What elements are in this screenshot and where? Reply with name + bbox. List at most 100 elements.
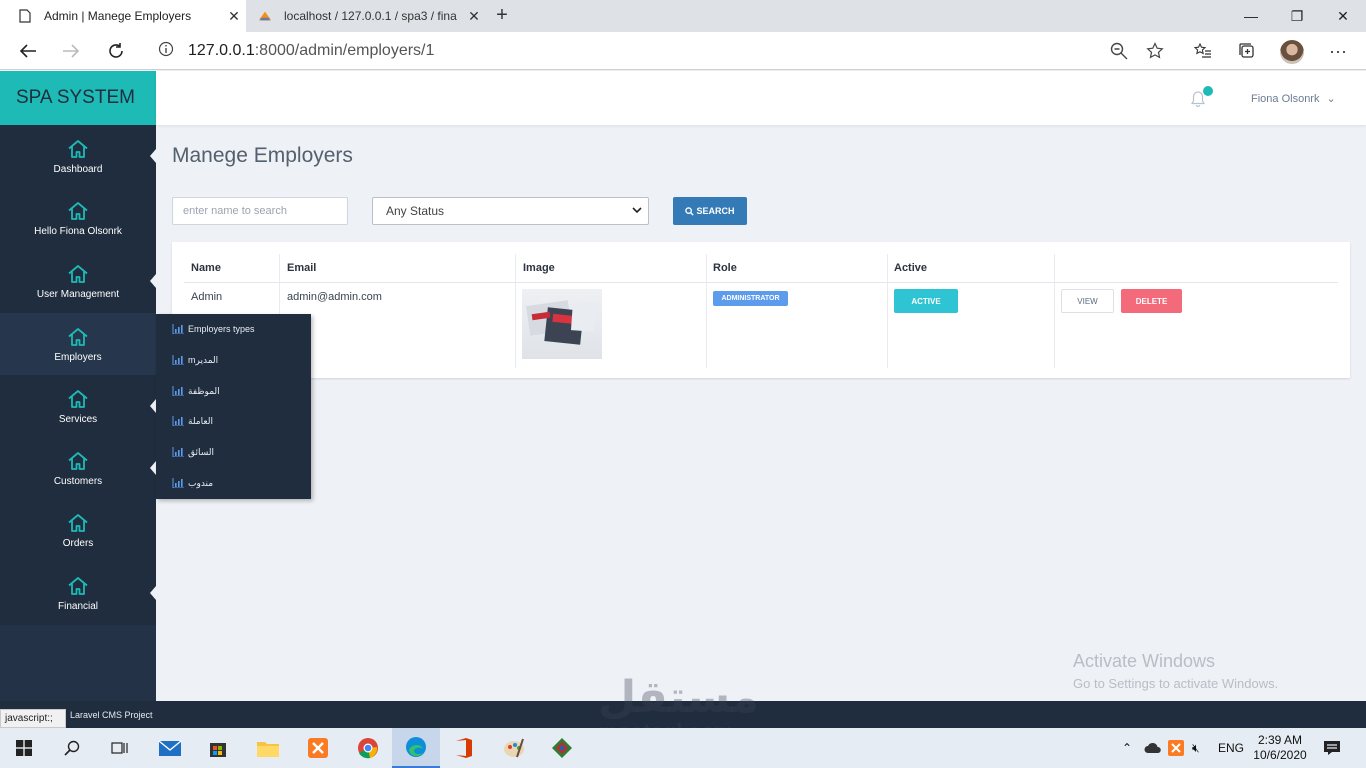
sidebar-item-employers[interactable]: Employers xyxy=(0,313,156,375)
close-window-icon[interactable]: ✕ xyxy=(1320,0,1366,32)
submenu-item-label: mالمدير xyxy=(188,354,219,365)
view-button[interactable]: VIEW xyxy=(1061,289,1114,313)
search-input[interactable]: enter name to search xyxy=(172,197,348,225)
xampp-tray-icon[interactable] xyxy=(1168,728,1184,768)
status-select[interactable]: Any Status xyxy=(372,197,649,225)
url-path: :8000/admin/employers/1 xyxy=(254,42,435,59)
tab-phpmyadmin[interactable]: localhost / 127.0.0.1 / spa3 / fina ✕ xyxy=(250,0,486,32)
submenu-item-employee[interactable]: الموظفة xyxy=(172,384,220,398)
delete-button[interactable]: DELETE xyxy=(1121,289,1182,313)
profile-avatar[interactable] xyxy=(1280,40,1304,64)
zoom-icon[interactable] xyxy=(1104,36,1134,66)
show-hidden-icons[interactable]: ⌃ xyxy=(1122,728,1132,768)
bar-chart-icon xyxy=(172,324,184,334)
notification-center-icon[interactable] xyxy=(1323,728,1341,768)
new-tab-button[interactable]: + xyxy=(490,4,514,28)
notification-dot xyxy=(1203,86,1213,96)
sidebar-item-label: Employers xyxy=(54,351,102,363)
git-tool-icon[interactable] xyxy=(538,728,586,768)
home-icon xyxy=(68,139,88,158)
store-icon[interactable] xyxy=(194,728,242,768)
mail-icon[interactable] xyxy=(146,728,194,768)
sidebar-item-user-management[interactable]: User Management xyxy=(0,250,156,312)
tab-admin[interactable]: Admin | Manege Employers ✕ xyxy=(0,0,246,32)
sidebar-item-financial[interactable]: Financial xyxy=(0,562,156,624)
forward-icon[interactable] xyxy=(56,36,86,66)
user-menu[interactable]: Fiona Olsonrk ⌄ xyxy=(1251,92,1336,105)
search-button[interactable]: SEARCH xyxy=(673,197,747,225)
sidebar-item-label: Dashboard xyxy=(53,163,103,175)
restore-icon[interactable]: ❐ xyxy=(1274,0,1320,32)
reload-icon[interactable] xyxy=(101,36,131,66)
minimize-icon[interactable]: — xyxy=(1228,0,1274,32)
column-header-name: Name xyxy=(191,262,221,274)
search-icon xyxy=(685,206,695,216)
sidebar-item-orders[interactable]: Orders xyxy=(0,499,156,561)
close-tab-icon[interactable]: ✕ xyxy=(462,8,486,25)
role-badge: ADMINISTRATOR xyxy=(713,291,788,306)
address-bar: 127.0.0.1:8000/admin/employers/1 ··· xyxy=(0,32,1366,70)
home-icon xyxy=(68,264,88,283)
favorites-list-icon[interactable] xyxy=(1188,36,1218,66)
sidebar-item-hello[interactable]: Hello Fiona Olsonrk xyxy=(0,187,156,249)
file-explorer-icon[interactable] xyxy=(244,728,292,768)
sidebar-item-customers[interactable]: Customers xyxy=(0,437,156,499)
submenu-item-label: العاملة xyxy=(188,415,213,426)
column-divider xyxy=(887,254,888,368)
bar-chart-icon xyxy=(172,478,184,488)
url-field[interactable]: 127.0.0.1:8000/admin/employers/1 xyxy=(144,36,1170,66)
info-icon[interactable] xyxy=(158,41,174,62)
column-header-active: Active xyxy=(894,262,928,274)
url-text: 127.0.0.1:8000/admin/employers/1 xyxy=(188,42,434,60)
xampp-icon[interactable] xyxy=(294,728,342,768)
submenu-item-manager[interactable]: mالمدير xyxy=(172,353,218,367)
search-placeholder: enter name to search xyxy=(183,205,287,217)
browser-status-tooltip: javascript:; xyxy=(0,709,66,728)
chevron-down-icon: ⌄ xyxy=(1326,93,1336,105)
submenu-item-worker[interactable]: العاملة xyxy=(172,414,213,428)
footer-text: Laravel CMS Project xyxy=(70,710,153,720)
close-tab-icon[interactable]: ✕ xyxy=(222,8,246,25)
sidebar-item-dashboard[interactable]: Dashboard xyxy=(0,125,156,187)
search-button-label: SEARCH xyxy=(696,206,735,216)
home-icon xyxy=(68,201,88,220)
submenu-item-employers-types[interactable]: Employers types xyxy=(172,322,255,336)
brand-logo[interactable]: SPA SYSTEM xyxy=(0,71,156,125)
volume-muted-icon[interactable]: 🔇︎ xyxy=(1192,728,1200,768)
bar-chart-icon xyxy=(172,386,184,396)
task-view-icon[interactable] xyxy=(96,728,144,768)
paint-icon[interactable] xyxy=(490,728,538,768)
back-icon[interactable] xyxy=(13,36,43,66)
system-clock[interactable]: 2:39 AM 10/6/2020 xyxy=(1250,733,1310,763)
user-name: Fiona Olsonrk xyxy=(1251,93,1320,105)
more-menu-icon[interactable]: ··· xyxy=(1323,36,1353,66)
onedrive-cloud-icon[interactable] xyxy=(1144,728,1162,768)
sidebar-item-label: Hello Fiona Olsonrk xyxy=(34,225,122,237)
sidebar-item-services[interactable]: Services xyxy=(0,375,156,437)
search-icon[interactable] xyxy=(48,728,96,768)
active-toggle-button[interactable]: ACTIVE xyxy=(894,289,958,313)
favorite-star-icon[interactable] xyxy=(1140,36,1170,66)
collections-icon[interactable] xyxy=(1232,36,1262,66)
office-icon[interactable] xyxy=(440,728,488,768)
column-header-image: Image xyxy=(523,262,555,274)
language-indicator[interactable]: ENG xyxy=(1218,728,1244,768)
edge-icon[interactable] xyxy=(392,728,440,768)
status-select-value: Any Status xyxy=(386,204,445,218)
column-header-role: Role xyxy=(713,262,737,274)
windows-start-icon[interactable] xyxy=(0,728,48,768)
bar-chart-icon xyxy=(172,447,184,457)
submenu-item-delegate[interactable]: مندوب xyxy=(172,476,213,490)
bar-chart-icon xyxy=(172,416,184,426)
column-divider xyxy=(1054,254,1055,368)
home-icon xyxy=(68,576,88,595)
clock-date: 10/6/2020 xyxy=(1253,748,1307,762)
submenu-item-driver[interactable]: السائق xyxy=(172,445,214,459)
chrome-icon[interactable] xyxy=(344,728,392,768)
activate-windows-notice: Activate Windows Go to Settings to activ… xyxy=(1073,651,1278,691)
sidebar-item-label: Financial xyxy=(57,600,99,612)
bar-chart-icon xyxy=(172,355,184,365)
sidebar-item-label: Services xyxy=(58,413,98,425)
submenu-item-label: الموظفة xyxy=(188,385,220,396)
tab-title: localhost / 127.0.0.1 / spa3 / fina xyxy=(284,9,457,23)
